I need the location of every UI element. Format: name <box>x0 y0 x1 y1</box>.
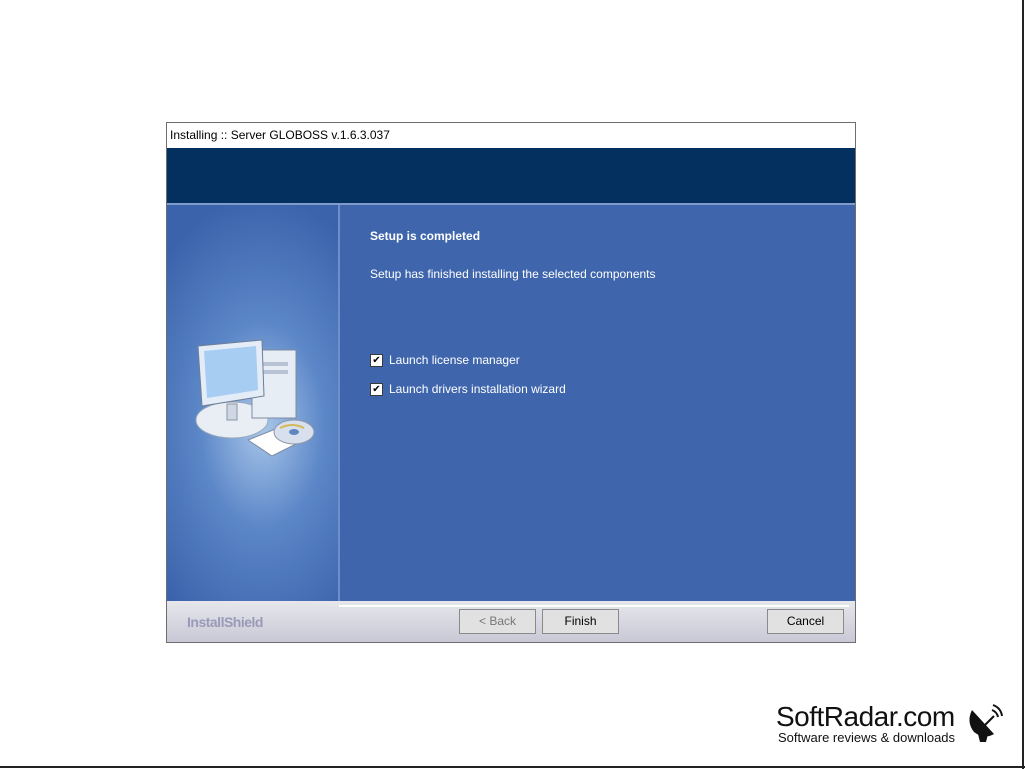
main-panel: Setup is completed Setup has finished in… <box>340 205 855 601</box>
footer-divider <box>339 605 849 607</box>
cancel-button[interactable]: Cancel <box>767 609 844 634</box>
option-launch-drivers-wizard[interactable]: ✔ Launch drivers installation wizard <box>370 382 566 396</box>
check-glyph: ✔ <box>372 354 381 366</box>
option-label: Launch license manager <box>389 353 520 367</box>
back-button[interactable]: < Back <box>459 609 536 634</box>
header-band <box>167 148 855 205</box>
page-border-bottom <box>0 766 1025 768</box>
computer-with-cd-icon <box>195 339 315 457</box>
footer: InstallShield < Back Finish Cancel <box>167 601 855 642</box>
option-launch-license-manager[interactable]: ✔ Launch license manager <box>370 353 520 367</box>
page-description: Setup has finished installing the select… <box>370 267 656 281</box>
finish-button[interactable]: Finish <box>542 609 619 634</box>
page-border-right <box>1022 0 1024 769</box>
softradar-title: SoftRadar.com <box>776 701 955 732</box>
checkbox-launch-license-manager[interactable]: ✔ <box>370 353 383 367</box>
satellite-dish-icon <box>969 704 1003 742</box>
option-label: Launch drivers installation wizard <box>389 382 566 396</box>
computer-with-cd-icon <box>192 205 322 345</box>
check-glyph: ✔ <box>372 383 381 395</box>
window-title: Installing :: Server GLOBOSS v.1.6.3.037 <box>167 123 855 148</box>
installshield-logo: InstallShield <box>187 614 263 630</box>
checkbox-launch-drivers-wizard[interactable]: ✔ <box>370 382 383 396</box>
page-heading: Setup is completed <box>370 229 481 243</box>
softradar-tagline: Software reviews & downloads <box>778 730 956 745</box>
softradar-watermark: SoftRadar.com Software reviews & downloa… <box>776 701 956 746</box>
